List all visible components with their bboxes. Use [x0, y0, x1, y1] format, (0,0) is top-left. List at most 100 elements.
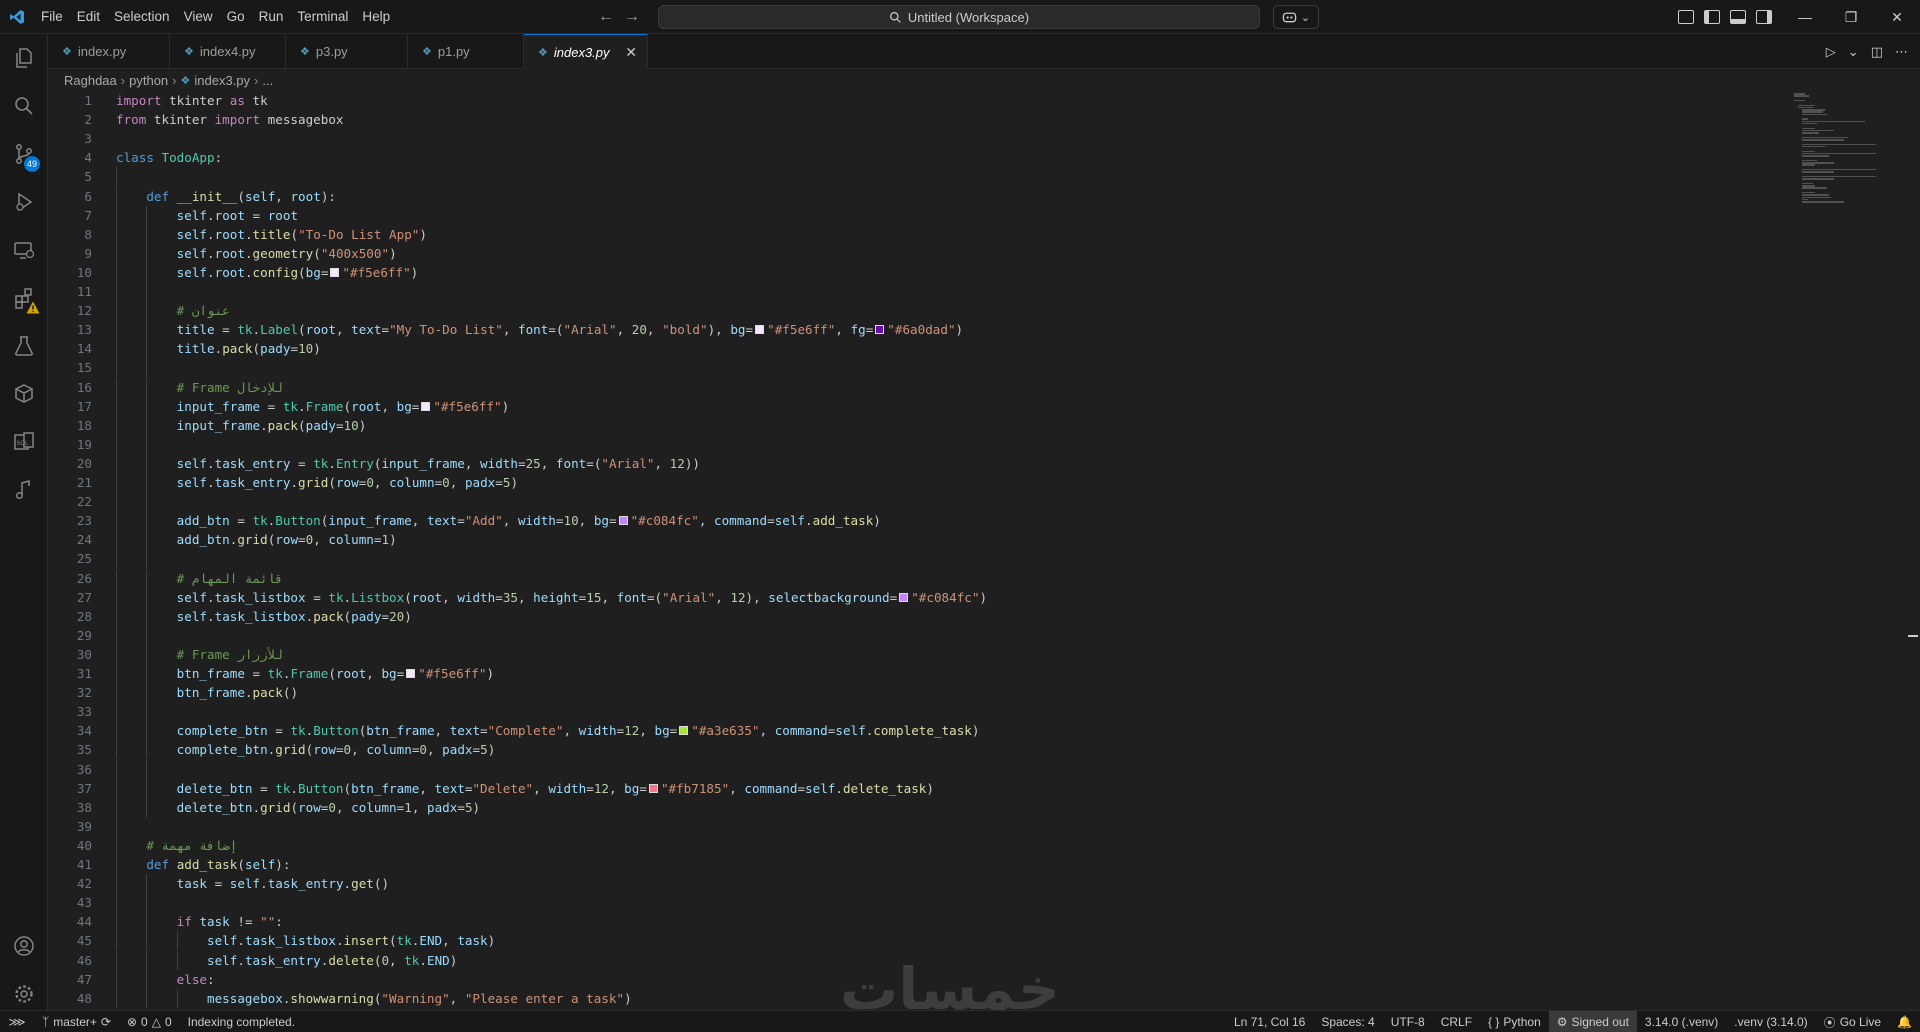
- breadcrumb-item[interactable]: Raghdaa: [64, 73, 117, 88]
- git-branch[interactable]: ᛉ master+ ⟳: [34, 1011, 119, 1032]
- virtual-env[interactable]: .venv (3.14.0): [1726, 1011, 1815, 1032]
- breadcrumb-item[interactable]: python: [129, 73, 168, 88]
- tab-index-py[interactable]: ❖ index.py: [48, 34, 170, 69]
- signed-out-status[interactable]: ⚙ Signed out: [1548, 1011, 1637, 1032]
- code-line[interactable]: 9 self.root.geometry("400x500"): [48, 243, 1788, 263]
- testing-icon[interactable]: [0, 322, 48, 370]
- code-line[interactable]: 14 title.pack(pady=10): [48, 339, 1788, 359]
- code-line[interactable]: 34 complete_btn = tk.Button(btn_frame, t…: [48, 721, 1788, 741]
- split-editor-icon[interactable]: ◫: [1871, 44, 1883, 60]
- forward-arrow-icon[interactable]: →: [624, 8, 640, 26]
- scrollbar-position-marker[interactable]: [1908, 635, 1918, 637]
- go-live-button[interactable]: ⦿ Go Live: [1816, 1011, 1889, 1032]
- run-python-file-icon[interactable]: ▷: [1826, 44, 1836, 60]
- menu-edit[interactable]: Edit: [70, 0, 107, 34]
- tab-p3-py[interactable]: ❖ p3.py: [286, 34, 408, 69]
- code-line[interactable]: 4 class TodoApp:: [48, 148, 1788, 167]
- code-line[interactable]: 26 # قائمة المهام: [48, 568, 1788, 588]
- code-line[interactable]: 40 # إضافة مهمة: [48, 835, 1788, 855]
- more-actions-icon[interactable]: ⋯: [1895, 44, 1908, 60]
- minimap[interactable]: [1788, 91, 1908, 1010]
- menu-file[interactable]: File: [34, 0, 70, 34]
- code-line[interactable]: 5: [48, 167, 1788, 187]
- code-line[interactable]: 35 complete_btn.grid(row=0, column=0, pa…: [48, 740, 1788, 760]
- code-line[interactable]: 31 btn_frame = tk.Frame(root, bg= "#f5e6f…: [48, 664, 1788, 683]
- code-line[interactable]: 8 self.root.title("To-Do List App"): [48, 224, 1788, 244]
- end-of-line[interactable]: CRLF: [1433, 1011, 1480, 1032]
- code-line[interactable]: 12 # عنوان: [48, 301, 1788, 321]
- code-line[interactable]: 39: [48, 816, 1788, 836]
- code-line[interactable]: 10 self.root.config(bg= "#f5e6ff"): [48, 262, 1788, 282]
- code-line[interactable]: 17 input_frame = tk.Frame(root, bg= "#f5e…: [48, 396, 1788, 416]
- file-encoding[interactable]: UTF-8: [1383, 1011, 1433, 1032]
- explorer-icon[interactable]: [0, 34, 48, 82]
- language-mode[interactable]: { } Python: [1480, 1011, 1549, 1032]
- code-line[interactable]: 23 add_btn = tk.Button(input_frame, text…: [48, 511, 1788, 531]
- code-line[interactable]: 24 add_btn.grid(row=0, column=1): [48, 530, 1788, 550]
- search-icon[interactable]: [0, 82, 48, 130]
- close-tab-icon[interactable]: ✕: [625, 44, 637, 61]
- menu-view[interactable]: View: [177, 0, 220, 34]
- code-line[interactable]: 22: [48, 492, 1788, 512]
- indentation[interactable]: Spaces: 4: [1313, 1011, 1382, 1032]
- toggle-panel-icon[interactable]: [1730, 10, 1746, 24]
- containers-icon[interactable]: [0, 370, 48, 418]
- code-line[interactable]: 45 self.task_listbox.insert(tk.END, task…: [48, 931, 1788, 951]
- code-line[interactable]: 19: [48, 434, 1788, 454]
- menu-selection[interactable]: Selection: [107, 0, 177, 34]
- code-line[interactable]: 16 # Frame للإدخال: [48, 377, 1788, 397]
- toggle-secondary-sidebar-icon[interactable]: [1756, 10, 1772, 24]
- toggle-primary-sidebar-icon[interactable]: [1704, 10, 1720, 24]
- code-line[interactable]: 7 self.root = root: [48, 205, 1788, 225]
- minimize-icon[interactable]: —: [1782, 0, 1828, 34]
- code-line[interactable]: 36: [48, 759, 1788, 779]
- code-editor[interactable]: 1 import tkinter as tk 2 from tkinter impor…: [48, 91, 1788, 1010]
- chevron-down-icon[interactable]: ⌄: [1848, 44, 1859, 60]
- notifications-bell-icon[interactable]: 🔔: [1889, 1011, 1920, 1032]
- code-line[interactable]: 18 input_frame.pack(pady=10): [48, 415, 1788, 435]
- sql-icon[interactable]: SQL: [0, 418, 48, 466]
- menu-run[interactable]: Run: [252, 0, 291, 34]
- tab-index3-py[interactable]: ❖ index3.py ✕: [524, 34, 648, 69]
- menu-help[interactable]: Help: [355, 0, 397, 34]
- code-line[interactable]: 13 title = tk.Label(root, text="My To-Do…: [48, 320, 1788, 340]
- code-line[interactable]: 27 self.task_listbox = tk.Listbox(root, …: [48, 587, 1788, 607]
- code-line[interactable]: 42 task = self.task_entry.get(): [48, 874, 1788, 894]
- code-line[interactable]: 11: [48, 282, 1788, 301]
- remote-explorer-icon[interactable]: [0, 226, 48, 274]
- extensions-icon[interactable]: [0, 274, 48, 322]
- close-window-icon[interactable]: ✕: [1874, 0, 1920, 34]
- remote-indicator-icon[interactable]: ⋙: [0, 1011, 34, 1032]
- copilot-button[interactable]: ⌄: [1273, 5, 1319, 29]
- code-line[interactable]: 25: [48, 549, 1788, 569]
- run-debug-icon[interactable]: [0, 178, 48, 226]
- command-center-search[interactable]: Untitled (Workspace): [658, 5, 1260, 29]
- customize-layout-icon[interactable]: [1678, 10, 1694, 24]
- cursor-position[interactable]: Ln 71, Col 16: [1226, 1011, 1313, 1032]
- code-line[interactable]: 21 self.task_entry.grid(row=0, column=0,…: [48, 473, 1788, 492]
- music-note-icon[interactable]: [0, 466, 48, 514]
- account-icon[interactable]: [0, 922, 48, 970]
- code-line[interactable]: 6 def __init__(self, root):: [48, 186, 1788, 206]
- menu-go[interactable]: Go: [220, 0, 252, 34]
- code-line[interactable]: 38 delete_btn.grid(row=0, column=1, padx…: [48, 797, 1788, 817]
- source-control-icon[interactable]: 49: [0, 130, 48, 178]
- code-line[interactable]: 29: [48, 625, 1788, 645]
- restore-icon[interactable]: ❐: [1828, 0, 1874, 34]
- code-line[interactable]: 1 import tkinter as tk: [48, 91, 1788, 110]
- code-line[interactable]: 37 delete_btn = tk.Button(btn_frame, tex…: [48, 778, 1788, 798]
- breadcrumb-item[interactable]: index3.py: [194, 73, 250, 88]
- code-line[interactable]: 3: [48, 129, 1788, 148]
- menu-terminal[interactable]: Terminal: [290, 0, 355, 34]
- code-line[interactable]: 44 if task != "":: [48, 912, 1788, 932]
- code-line[interactable]: 33: [48, 702, 1788, 722]
- code-line[interactable]: 32 btn_frame.pack(): [48, 683, 1788, 703]
- code-line[interactable]: 41 def add_task(self):: [48, 855, 1788, 874]
- code-line[interactable]: 28 self.task_listbox.pack(pady=20): [48, 606, 1788, 626]
- tab-index4-py[interactable]: ❖ index4.py: [170, 34, 286, 69]
- tab-p1-py[interactable]: ❖ p1.py: [408, 34, 524, 69]
- back-arrow-icon[interactable]: ←: [598, 8, 614, 26]
- problems-indicator[interactable]: ⊗ 0 △ 0: [119, 1011, 180, 1032]
- code-line[interactable]: 43: [48, 893, 1788, 913]
- code-line[interactable]: 2 from tkinter import messagebox: [48, 110, 1788, 129]
